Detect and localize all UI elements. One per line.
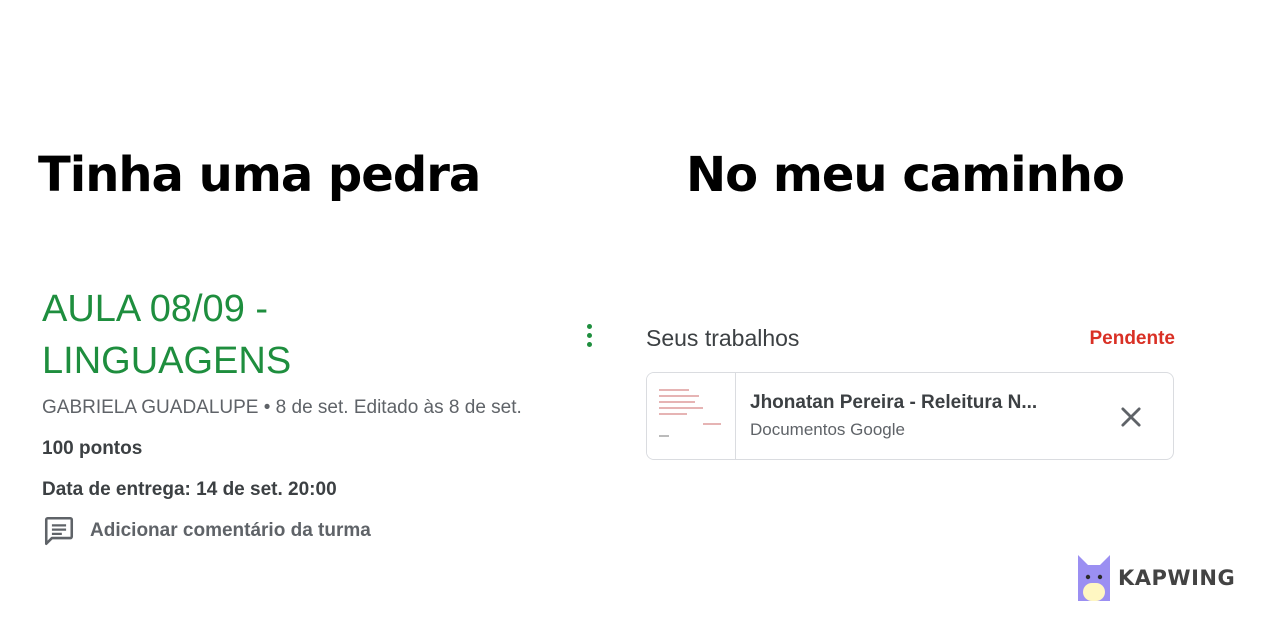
- add-class-comment-link[interactable]: Adicionar comentário da turma: [42, 514, 371, 548]
- comment-icon: [44, 516, 74, 546]
- your-work-heading: Seus trabalhos: [646, 325, 800, 351]
- attachment-title: Jhonatan Pereira - Releitura N...: [750, 392, 1038, 413]
- assignment-points: 100 pontos: [42, 438, 143, 459]
- assignment-due-date: Data de entrega: 14 de set. 20:00: [42, 479, 337, 500]
- caption-right: No meu caminho: [686, 147, 1125, 203]
- kapwing-watermark: KAPWING: [1076, 553, 1235, 603]
- more-vert-icon-dot: [586, 323, 592, 329]
- attachment-card[interactable]: Jhonatan Pereira - Releitura N... Docume…: [646, 372, 1174, 460]
- comment-label: Adicionar comentário da turma: [90, 520, 371, 541]
- status-badge: Pendente: [1089, 328, 1175, 349]
- close-icon[interactable]: [1117, 403, 1145, 431]
- more-vert-icon-dot: [586, 341, 592, 347]
- caption-left: Tinha uma pedra: [38, 147, 481, 203]
- assignment-title: AULA 08/09 - LINGUAGENS: [42, 288, 292, 382]
- more-vert-icon-dot: [586, 332, 592, 338]
- doc-thumbnail: [647, 373, 736, 459]
- watermark-text: KAPWING: [1118, 566, 1236, 590]
- assignment-meta: GABRIELA GUADALUPE • 8 de set. Editado à…: [42, 397, 522, 418]
- kapwing-logo: [1078, 555, 1110, 601]
- more-options-button[interactable]: [578, 320, 600, 350]
- attachment-type: Documentos Google: [750, 420, 905, 439]
